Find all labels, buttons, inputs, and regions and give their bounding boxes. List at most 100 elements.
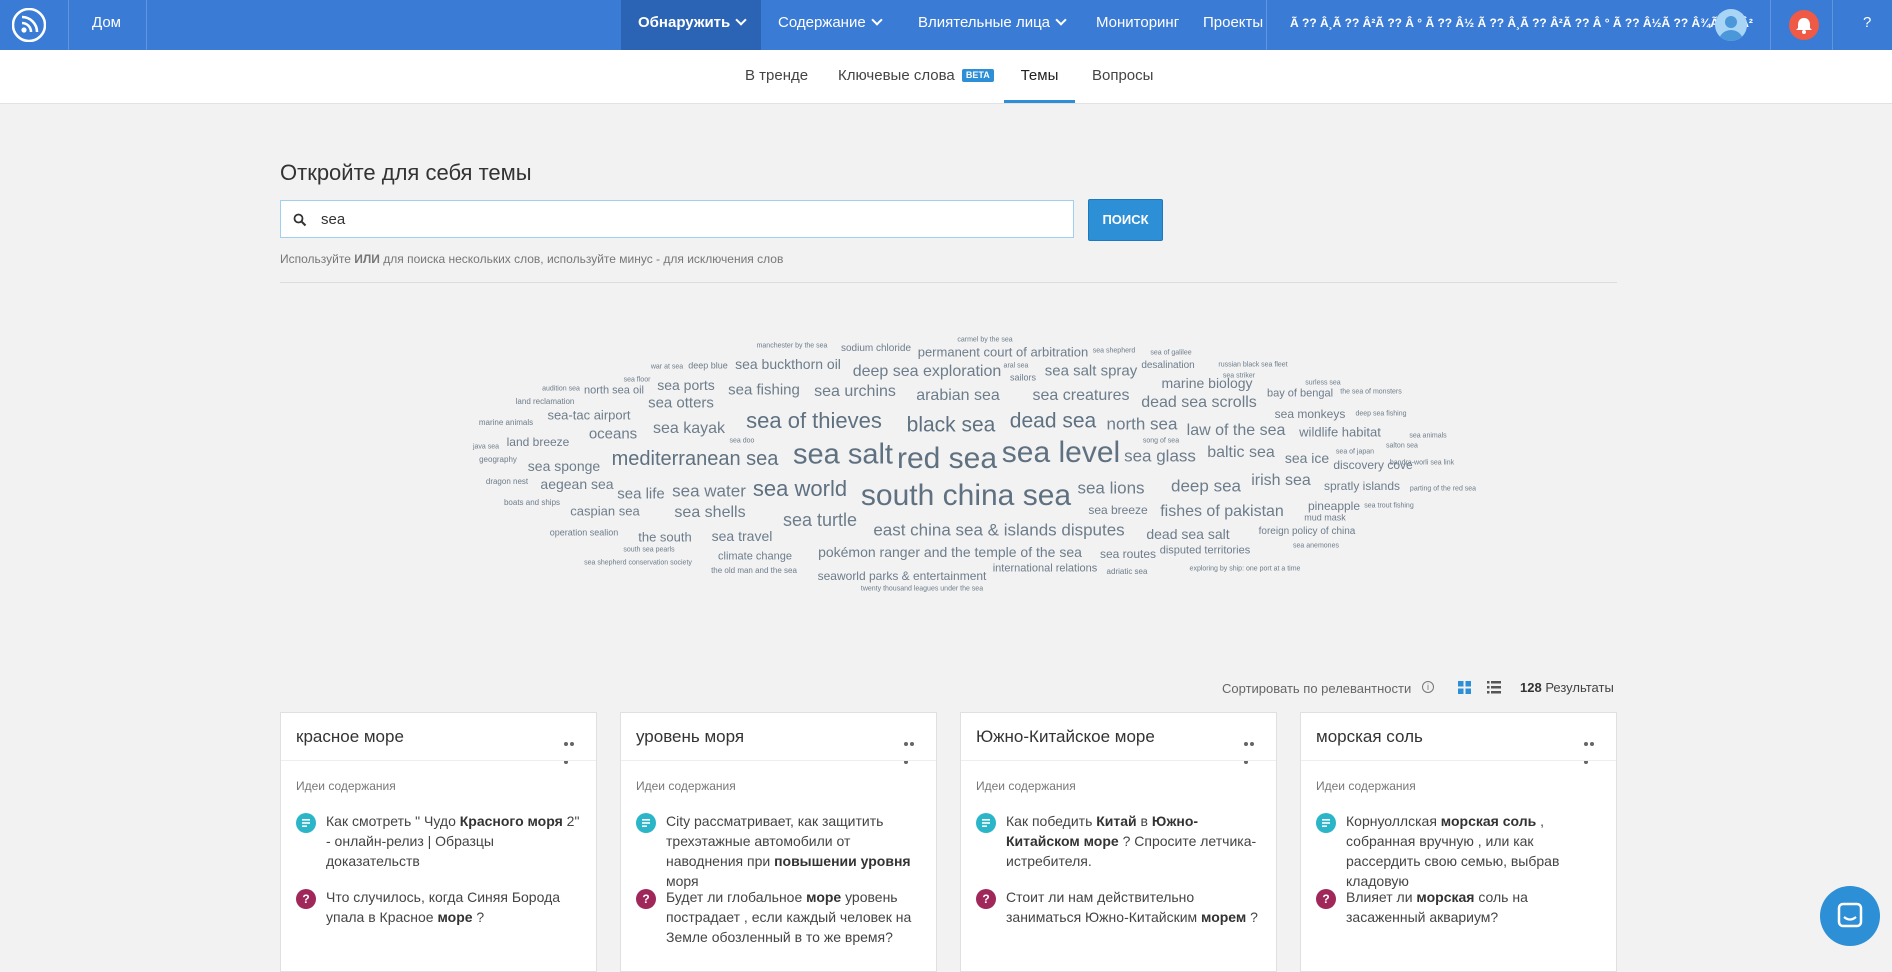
topic-cloud-word[interactable]: sea fishing	[728, 383, 800, 398]
topic-cloud-word[interactable]: desalination	[1141, 361, 1194, 371]
topic-cloud-word[interactable]: east china sea & islands disputes	[873, 522, 1124, 539]
topic-cloud-word[interactable]: deep blue	[688, 361, 728, 371]
topic-cloud-word[interactable]: adriatic sea	[1107, 568, 1148, 576]
topic-cloud-word[interactable]: song of sea	[1143, 438, 1179, 445]
topic-cloud-word[interactable]: sea shepherd	[1093, 348, 1135, 355]
topic-cloud-word[interactable]: java sea	[473, 444, 499, 451]
topic-cloud-word[interactable]: permanent court of arbitration	[918, 346, 1089, 359]
topic-cloud-word[interactable]: audition sea	[542, 386, 580, 393]
topic-cloud-word[interactable]: deep sea	[1171, 478, 1241, 495]
topic-cloud-word[interactable]: pineapple	[1308, 500, 1360, 512]
topic-cloud-word[interactable]: sea of galilee	[1150, 350, 1191, 357]
sort-by-relevance[interactable]: Сортировать по релевантности	[1222, 681, 1411, 696]
topic-cloud-word[interactable]: sea sponge	[528, 459, 600, 473]
topic-cloud-word[interactable]: sea salt	[793, 440, 893, 470]
topic-cloud-word[interactable]: mud mask	[1304, 513, 1346, 523]
nav-projects[interactable]: Проекты	[1203, 0, 1263, 50]
avatar[interactable]	[1715, 9, 1747, 41]
tab-keywords[interactable]: Ключевые слова BETA	[838, 50, 994, 103]
tab-topics[interactable]: Темы	[1004, 50, 1075, 103]
topic-cloud-word[interactable]: irish sea	[1251, 473, 1311, 489]
list-view-icon[interactable]	[1487, 681, 1501, 694]
topic-cloud-word[interactable]: sea monkeys	[1275, 408, 1346, 420]
topic-cloud-word[interactable]: the sea of monsters	[1340, 389, 1401, 396]
topic-cloud-word[interactable]: carmel by the sea	[957, 337, 1012, 344]
content-idea-text[interactable]: Будет ли глобальное море уровень пострад…	[666, 887, 924, 947]
notifications-button[interactable]	[1789, 10, 1819, 40]
nav-monitoring[interactable]: Мониторинг	[1096, 0, 1179, 50]
topic-cloud-word[interactable]: foreign policy of china	[1259, 527, 1356, 537]
topic-cloud-word[interactable]: sea of thieves	[746, 410, 882, 432]
nav-content[interactable]: Содержание	[778, 0, 883, 50]
topic-cloud-word[interactable]: war at sea	[651, 364, 683, 371]
info-icon[interactable]: i	[1422, 681, 1434, 693]
topic-cloud-word[interactable]: oceans	[589, 427, 637, 442]
topic-cloud-word[interactable]: surless sea	[1305, 380, 1340, 387]
topic-cloud-word[interactable]: twenty thousand leagues under the sea	[861, 586, 983, 593]
topic-cloud-word[interactable]: sea water	[672, 483, 746, 500]
more-options-icon[interactable]	[904, 733, 920, 764]
card-title[interactable]: морская соль	[1316, 727, 1423, 747]
more-options-icon[interactable]	[1244, 733, 1260, 764]
topic-cloud-word[interactable]: sea buckthorn oil	[735, 357, 841, 371]
topic-cloud-word[interactable]: deep sea fishing	[1356, 411, 1407, 418]
search-input[interactable]	[321, 201, 1061, 237]
topic-cloud-word[interactable]: arabian sea	[916, 388, 1000, 404]
topic-cloud-word[interactable]: geography	[479, 456, 517, 464]
card-title[interactable]: Южно-Китайское море	[976, 727, 1155, 747]
topic-cloud-word[interactable]: sea lions	[1077, 480, 1144, 497]
topic-cloud-word[interactable]: dead sea	[1010, 411, 1096, 432]
topic-cloud-word[interactable]: russian black sea fleet	[1218, 362, 1287, 369]
topic-cloud-word[interactable]: sea life	[617, 487, 665, 502]
topic-cloud-word[interactable]: sea travel	[712, 529, 773, 543]
topic-cloud-word[interactable]: north sea	[1107, 416, 1178, 433]
topic-cloud-word[interactable]: sea trout fishing	[1364, 503, 1413, 510]
topic-cloud-word[interactable]: operation sealion	[550, 528, 619, 538]
topic-cloud-word[interactable]: discovery cove	[1333, 459, 1412, 471]
topic-cloud-word[interactable]: red sea	[897, 444, 997, 474]
nav-home[interactable]: Дом	[92, 0, 121, 50]
content-idea-text[interactable]: Что случилось, когда Синяя Борода упала …	[326, 887, 584, 927]
topic-cloud-word[interactable]: parting of the red sea	[1410, 486, 1476, 493]
topic-cloud-word[interactable]: marine biology	[1161, 376, 1252, 390]
topic-cloud-word[interactable]: aegean sea	[540, 477, 613, 491]
tab-trending[interactable]: В тренде	[745, 50, 808, 103]
buzzsumo-logo-icon[interactable]	[12, 8, 46, 42]
more-options-icon[interactable]	[564, 733, 580, 764]
content-idea-text[interactable]: Стоит ли нам действительно заниматься Юж…	[1006, 887, 1264, 927]
topic-cloud-word[interactable]: dead sea salt	[1146, 527, 1229, 541]
topic-card[interactable]: уровень моря Идеи содержания City рассматр…	[620, 712, 937, 972]
topic-cloud-word[interactable]: mediterranean sea	[612, 449, 779, 469]
content-idea-text[interactable]: Влияет ли морская соль на засаженный акв…	[1346, 887, 1604, 927]
topic-card[interactable]: морская соль Идеи содержания Корнуоллская …	[1300, 712, 1617, 972]
topic-cloud-word[interactable]: deep sea exploration	[853, 364, 1002, 380]
topic-cloud-word[interactable]: sea glass	[1124, 448, 1196, 465]
topic-cloud-word[interactable]: sea urchins	[814, 384, 896, 400]
search-button[interactable]: ПОИСК	[1088, 199, 1163, 241]
topic-cloud-word[interactable]: black sea	[907, 415, 996, 436]
search-field[interactable]	[280, 200, 1074, 238]
topic-cloud-word[interactable]: sea salt spray	[1045, 364, 1138, 379]
topic-cloud-word[interactable]: manchester by the sea	[757, 343, 828, 350]
topic-cloud-word[interactable]: exploring by ship: one port at a time	[1190, 566, 1301, 573]
topic-cloud-word[interactable]: caspian sea	[570, 505, 639, 518]
topic-cloud-word[interactable]: sea doo	[730, 438, 755, 445]
topic-cloud-word[interactable]: international relations	[993, 563, 1098, 575]
topic-cloud-word[interactable]: bay of bengal	[1267, 388, 1333, 400]
content-idea-text[interactable]: Корнуоллская морская соль , собранная вр…	[1346, 811, 1604, 891]
topic-cloud-word[interactable]: marine animals	[479, 419, 533, 427]
nav-discover[interactable]: Обнаружить	[638, 0, 747, 50]
topic-cloud-word[interactable]: aral sea	[1004, 363, 1029, 370]
topic-cloud-word[interactable]: the south	[638, 531, 692, 544]
topic-cloud-word[interactable]: sea floor	[624, 377, 651, 384]
topic-cloud-word[interactable]: boats and ships	[504, 499, 560, 507]
topic-cloud-word[interactable]: sea level	[1002, 438, 1120, 468]
topic-cloud-word[interactable]: sea world	[753, 478, 847, 500]
topic-cloud-word[interactable]: sea-tac airport	[547, 409, 630, 422]
topic-cloud-word[interactable]: sea shells	[674, 505, 745, 521]
topic-cloud-word[interactable]: seaworld parks & entertainment	[818, 570, 987, 582]
topic-cloud-word[interactable]: spratly islands	[1324, 480, 1400, 492]
topic-card[interactable]: красное море Идеи содержания Как смотреть …	[280, 712, 597, 972]
topic-cloud-word[interactable]: land reclamation	[516, 398, 575, 406]
topic-cloud-word[interactable]: south china sea	[861, 481, 1071, 511]
